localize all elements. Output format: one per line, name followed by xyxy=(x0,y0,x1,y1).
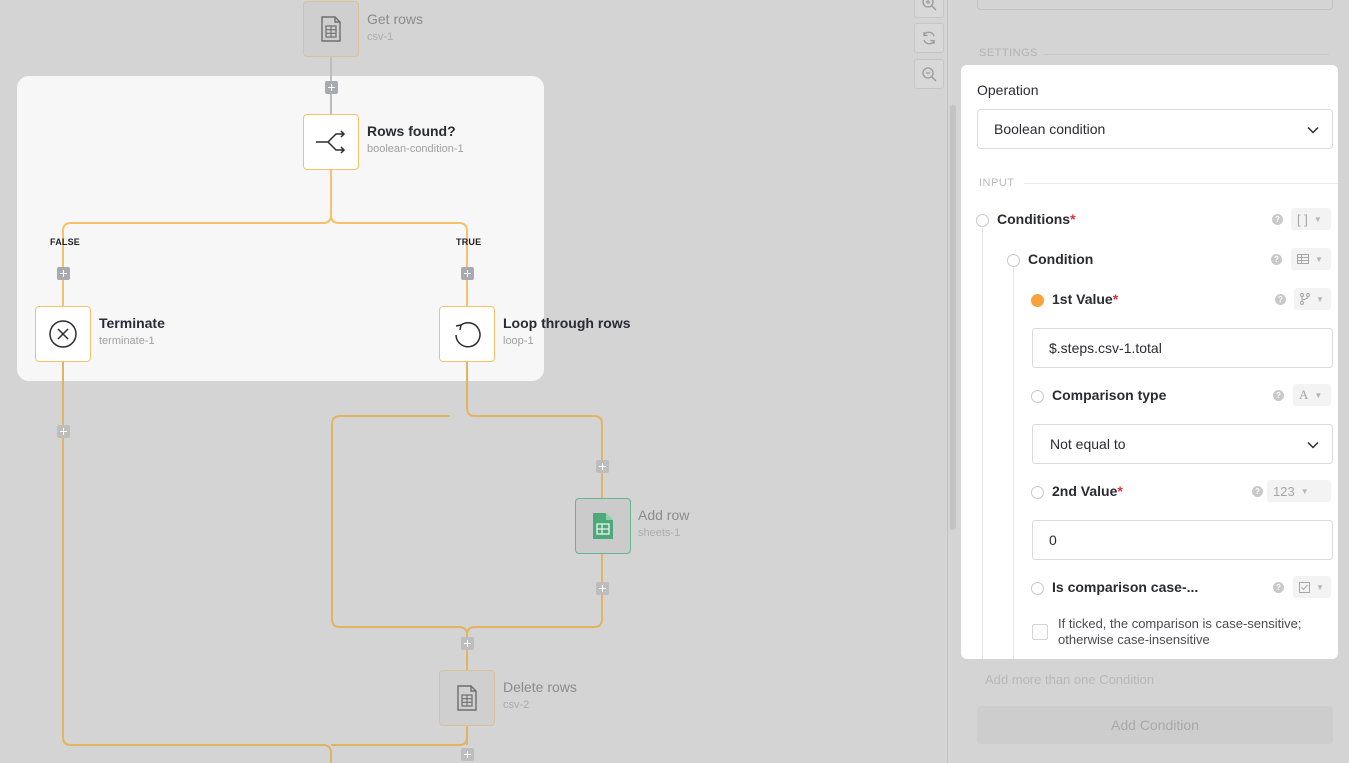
loop-icon xyxy=(455,322,481,348)
zoom-in-icon xyxy=(922,0,937,11)
chevron-down-icon: ▼ xyxy=(1316,294,1324,304)
case-sensitive-checkbox[interactable] xyxy=(1032,624,1048,640)
rows-found-node[interactable] xyxy=(303,114,359,170)
loop-node[interactable] xyxy=(439,306,495,362)
close-circle-icon xyxy=(49,320,77,348)
first-value-radio[interactable] xyxy=(1031,294,1044,307)
checkbox-icon xyxy=(1299,581,1310,593)
false-branch-label: FALSE xyxy=(50,237,81,247)
add-more-hint: Add more than one Condition xyxy=(985,672,1155,687)
help-icon[interactable]: ? xyxy=(1271,254,1282,265)
loop-title: Loop through rows xyxy=(503,315,631,331)
zoom-in-button[interactable] xyxy=(914,0,944,18)
step-name-input[interactable] xyxy=(977,0,1333,10)
delete-rows-id: csv-2 xyxy=(503,699,530,711)
second-value-radio[interactable] xyxy=(1031,486,1044,499)
terminate-id: terminate-1 xyxy=(99,335,155,347)
operation-label: Operation xyxy=(977,82,1039,98)
add-step-button[interactable] xyxy=(57,425,70,438)
rows-found-id: boolean-condition-1 xyxy=(367,143,464,155)
conditions-type-picker[interactable]: [ ] ▼ xyxy=(1291,208,1331,230)
branch-split-icon xyxy=(316,130,346,154)
get-rows-id: csv-1 xyxy=(367,31,394,43)
google-sheets-icon xyxy=(593,513,613,539)
comparison-type-select[interactable]: Not equal to xyxy=(1032,424,1333,464)
chevron-down-icon xyxy=(1307,441,1319,449)
loop-id: loop-1 xyxy=(503,335,534,347)
tree-guide-line xyxy=(1013,268,1014,659)
second-value-label: 2nd Value* xyxy=(1052,483,1123,499)
input-section-label: INPUT xyxy=(979,177,1015,189)
delete-rows-node[interactable] xyxy=(439,670,495,726)
add-row-node[interactable] xyxy=(575,498,631,554)
tree-guide-line xyxy=(982,228,983,659)
chevron-down-icon: ▼ xyxy=(1313,214,1322,224)
delete-rows-title: Delete rows xyxy=(503,679,577,695)
section-divider xyxy=(1044,54,1329,55)
chevron-down-icon xyxy=(1307,126,1319,134)
reset-zoom-icon xyxy=(923,31,935,45)
true-branch-label: TRUE xyxy=(456,237,482,247)
add-step-button[interactable] xyxy=(325,81,338,94)
comparison-type-type-picker[interactable]: A ▼ xyxy=(1293,384,1331,406)
add-row-title: Add row xyxy=(638,507,690,523)
add-step-button[interactable] xyxy=(596,582,609,595)
second-value-input[interactable]: 0 xyxy=(1032,520,1333,560)
conditions-radio[interactable] xyxy=(976,214,989,227)
terminate-title: Terminate xyxy=(99,315,165,331)
add-step-button[interactable] xyxy=(461,748,474,761)
panel-scrollbar[interactable] xyxy=(950,105,956,530)
case-sensitive-type-picker[interactable]: ▼ xyxy=(1293,576,1331,598)
text-A-icon: A xyxy=(1299,387,1309,402)
section-divider xyxy=(1024,183,1338,184)
first-value-label: 1st Value* xyxy=(1052,291,1119,307)
settings-section-label: SETTINGS xyxy=(979,47,1039,59)
condition-config-card: Operation Boolean condition INPUT Condit… xyxy=(961,65,1338,659)
case-sensitive-label: Is comparison case-... xyxy=(1052,579,1199,595)
chevron-down-icon: ▼ xyxy=(1314,390,1323,400)
operation-select[interactable]: Boolean condition xyxy=(977,109,1333,149)
add-condition-button[interactable]: Add Condition xyxy=(977,706,1333,744)
second-value-type-picker[interactable]: 123 ▼ xyxy=(1267,480,1331,502)
first-value-input[interactable]: $.steps.csv-1.total xyxy=(1032,328,1333,368)
zoom-out-icon xyxy=(922,67,937,82)
help-icon[interactable]: ? xyxy=(1273,390,1284,401)
conditions-label: Conditions* xyxy=(997,211,1076,227)
get-rows-title: Get rows xyxy=(367,11,424,27)
workflow-canvas[interactable]: Get rows csv-1 Rows found? boolean-condi… xyxy=(0,0,947,763)
add-step-button[interactable] xyxy=(461,637,474,650)
reset-zoom-button[interactable] xyxy=(914,23,944,53)
condition-radio[interactable] xyxy=(1007,254,1020,267)
help-icon[interactable]: ? xyxy=(1252,486,1263,497)
help-icon[interactable]: ? xyxy=(1273,582,1284,593)
chevron-down-icon: ▼ xyxy=(1316,582,1324,592)
spreadsheet-icon xyxy=(457,685,477,711)
first-value-type-picker[interactable]: ▼ xyxy=(1294,288,1331,310)
comparison-type-label: Comparison type xyxy=(1052,387,1167,403)
get-rows-node[interactable] xyxy=(303,1,359,57)
git-branch-icon xyxy=(1300,293,1310,305)
help-icon[interactable]: ? xyxy=(1275,294,1286,305)
table-icon xyxy=(1297,254,1309,264)
add-row-id: sheets-1 xyxy=(638,527,681,539)
help-icon[interactable]: ? xyxy=(1272,214,1283,225)
number-type-icon: 123 xyxy=(1273,483,1295,499)
case-sensitive-hint: If ticked, the comparison is case-sensit… xyxy=(1058,616,1302,647)
comparison-type-radio[interactable] xyxy=(1031,390,1044,403)
comparison-type-value: Not equal to xyxy=(1050,436,1126,452)
zoom-out-button[interactable] xyxy=(914,59,944,89)
chevron-down-icon: ▼ xyxy=(1300,486,1309,496)
add-step-true-button[interactable] xyxy=(461,267,474,280)
add-step-false-button[interactable] xyxy=(57,267,70,280)
terminate-node[interactable] xyxy=(35,306,91,362)
rows-found-title: Rows found? xyxy=(367,123,456,139)
add-step-button[interactable] xyxy=(596,460,609,473)
chevron-down-icon: ▼ xyxy=(1315,254,1323,264)
operation-value: Boolean condition xyxy=(994,121,1106,137)
spreadsheet-icon xyxy=(321,16,341,42)
condition-label: Condition xyxy=(1028,251,1094,267)
array-bracket-icon: [ ] xyxy=(1297,211,1308,227)
condition-type-picker[interactable]: ▼ xyxy=(1291,248,1331,270)
case-sensitive-radio[interactable] xyxy=(1031,582,1044,595)
